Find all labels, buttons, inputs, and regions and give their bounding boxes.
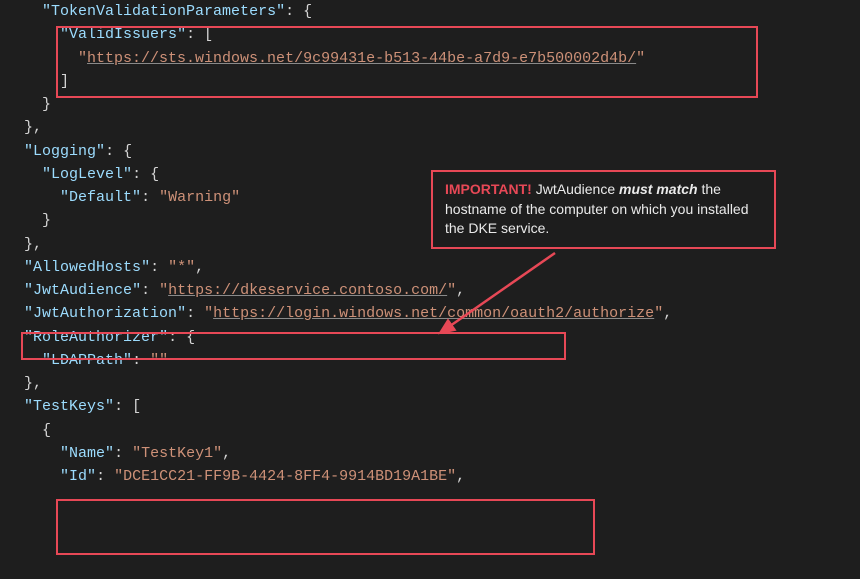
code-line: "Logging": { xyxy=(0,140,860,163)
code-line: { xyxy=(0,419,860,442)
code-line: "RoleAuthorizer": { xyxy=(0,326,860,349)
code-line: "TokenValidationParameters": { xyxy=(0,0,860,23)
code-line: "TestKeys": [ xyxy=(0,395,860,418)
code-line: "https://sts.windows.net/9c99431e-b513-4… xyxy=(0,47,860,70)
code-line: ] xyxy=(0,70,860,93)
code-line: }, xyxy=(0,372,860,395)
code-line: } xyxy=(0,93,860,116)
code-line: "Name": "TestKey1", xyxy=(0,442,860,465)
callout-annotation: IMPORTANT! JwtAudience must match the ho… xyxy=(431,170,776,249)
code-line: "AllowedHosts": "*", xyxy=(0,256,860,279)
code-line: "LDAPPath": "" xyxy=(0,349,860,372)
code-line: "JwtAuthorization": "https://login.windo… xyxy=(0,302,860,325)
callout-important-label: IMPORTANT! xyxy=(445,181,532,197)
callout-italic: must match xyxy=(619,181,698,197)
highlight-box-testkeys xyxy=(56,499,595,555)
code-line: "ValidIssuers": [ xyxy=(0,23,860,46)
code-line: }, xyxy=(0,116,860,139)
callout-text: JwtAudience xyxy=(532,181,619,197)
code-line: "JwtAudience": "https://dkeservice.conto… xyxy=(0,279,860,302)
code-line: "Id": "DCE1CC21-FF9B-4424-8FF4-9914BD19A… xyxy=(0,465,860,488)
